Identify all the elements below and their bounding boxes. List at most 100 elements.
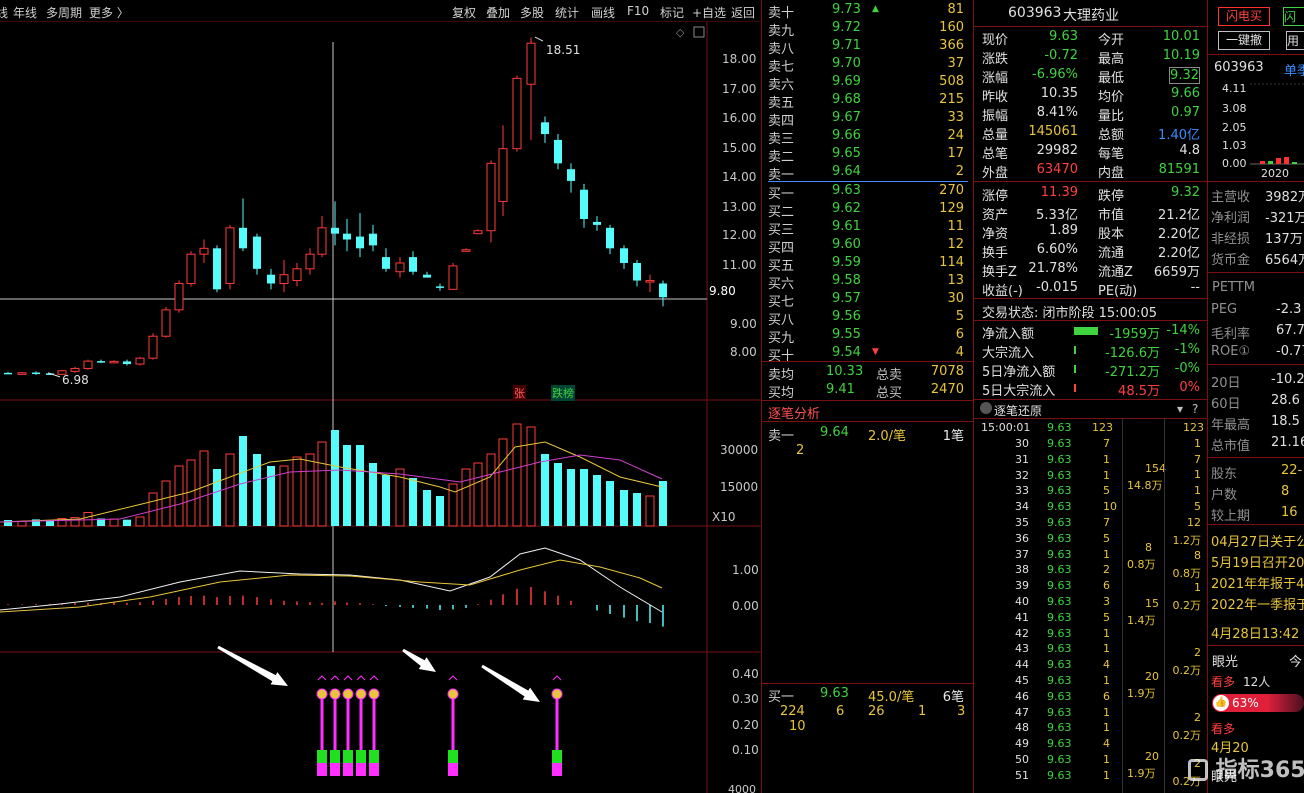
tab-multi-period[interactable]: 多周期 — [46, 4, 82, 21]
signal-caret — [317, 675, 327, 681]
quote-value: 10.35 — [1040, 86, 1078, 101]
signal-caret — [369, 675, 379, 681]
buy-level-row[interactable]: 买三 9.61 11 — [768, 218, 968, 238]
filter-icon[interactable]: ▾ — [1177, 402, 1183, 416]
quote-value: -6.96% — [1032, 67, 1078, 82]
btn-overlay[interactable]: 叠加 — [486, 4, 510, 21]
btn-statistics[interactable]: 统计 — [555, 4, 579, 21]
buy-level-row[interactable]: 买十 9.54 4 ▼ — [768, 344, 968, 364]
buy-level-row[interactable]: 买八 9.56 5 — [768, 308, 968, 328]
volume-bar — [593, 475, 601, 526]
buy-level-row[interactable]: 买九 9.55 6 — [768, 326, 968, 346]
quote-label: 每笔 — [1098, 147, 1125, 162]
volume-bar — [135, 516, 145, 527]
fin-value: 6564万 — [1265, 253, 1304, 268]
quote-label: 最低 — [1098, 71, 1125, 86]
quote-label: PE(动) — [1098, 284, 1138, 299]
sell-level-row[interactable]: 卖七 9.70 37 — [768, 55, 968, 75]
kline-chart[interactable]: ◇ — [0, 22, 760, 793]
level-volume: 366 — [939, 38, 964, 53]
news-item[interactable]: 5月19日召开20 — [1211, 552, 1304, 571]
sell-level-row[interactable]: 卖五 9.68 215 — [768, 91, 968, 111]
window-icon — [693, 26, 705, 38]
sell-level-row[interactable]: 卖六 9.69 508 — [768, 73, 968, 93]
volume-bar — [317, 441, 327, 527]
candle-body — [135, 357, 145, 365]
quote-row: 换手 6.60% 流通 2.20亿 — [982, 241, 1202, 261]
volume-bar — [659, 481, 667, 526]
tick-minute: 47 — [1015, 705, 1029, 719]
candle-body — [343, 233, 351, 240]
buy-level-row[interactable]: 买七 9.57 30 — [768, 290, 968, 310]
tick-price: 9.63 — [1047, 753, 1072, 766]
quote-label: 涨跌 — [982, 52, 1009, 67]
btn-add-favorite[interactable]: +自选 — [692, 4, 726, 21]
btn-draw-line[interactable]: 画线 — [591, 4, 615, 21]
bottom-tick: 4000 — [728, 783, 756, 793]
collapse-icon[interactable] — [980, 402, 992, 414]
avg-buy-row: 买均 9.41 总买 2470 — [768, 382, 964, 401]
signal-dot — [355, 688, 367, 700]
sell-level-row[interactable]: 卖一 9.64 2 — [768, 163, 968, 183]
news-item[interactable]: 04月27日关于公 — [1211, 531, 1304, 550]
flow-value: -1959万 — [1109, 327, 1160, 342]
tick-price: 9.63 — [1047, 421, 1072, 434]
quote-label: 市值 — [1098, 208, 1125, 223]
buy-level-row[interactable]: 买四 9.60 12 — [768, 236, 968, 256]
level-volume: 215 — [939, 92, 964, 107]
volume-bar — [541, 454, 549, 526]
sell-level-row[interactable]: 卖十 9.73 81 ▲ — [768, 1, 968, 21]
mini-bar — [1292, 162, 1297, 164]
candle-body — [409, 257, 417, 272]
btn-use[interactable]: 用 — [1286, 31, 1304, 50]
level-price: 9.64 — [832, 164, 861, 179]
candle-body — [279, 274, 289, 284]
tab-quarter[interactable]: 单季 — [1284, 60, 1304, 79]
btn-back[interactable]: 返回 — [731, 4, 755, 21]
buy-level-row[interactable]: 买五 9.59 114 — [768, 254, 968, 274]
tick-right-value: 1 — [1194, 437, 1201, 450]
sell-level-row[interactable]: 卖三 9.66 24 — [768, 127, 968, 147]
help-icon[interactable]: ? — [1192, 402, 1198, 416]
quote-label: 外盘 — [982, 166, 1009, 181]
mini-year: 2020 — [1261, 167, 1289, 180]
sell-level-row[interactable]: 卖二 9.65 17 — [768, 145, 968, 165]
sell-level-row[interactable]: 卖四 9.67 33 — [768, 109, 968, 129]
btn-restore-rights[interactable]: 复权 — [452, 4, 476, 21]
quote-value: 21.78% — [1028, 261, 1078, 276]
agg-amount: 1.9万 — [1127, 687, 1156, 700]
tab-year-line[interactable]: 年线 — [13, 4, 37, 21]
mini-tick: 3.08 — [1222, 102, 1247, 115]
volume-bar — [409, 478, 417, 526]
btn-cancel-all[interactable]: 一键撤 — [1218, 31, 1270, 50]
macd-indicator — [0, 547, 664, 627]
holder-value: 22- — [1281, 463, 1303, 478]
signal-block-magenta — [356, 763, 366, 776]
volume-bar — [461, 468, 471, 527]
level-price: 9.73 — [832, 2, 861, 17]
tick-price: 9.63 — [1047, 737, 1072, 751]
level-volume: 129 — [939, 201, 964, 216]
stock-code: 603963 — [1008, 5, 1062, 21]
volume-bar — [305, 453, 315, 527]
quote-label: 流通Z — [1098, 265, 1133, 280]
quote-value: 9.66 — [1171, 86, 1200, 101]
sell-level-row[interactable]: 卖九 9.72 160 — [768, 19, 968, 39]
agg-count: 15 — [1145, 597, 1159, 610]
buy-level-row[interactable]: 买一 9.63 270 — [768, 182, 968, 202]
quote-row: 净资 1.89 股本 2.20亿 — [982, 222, 1202, 242]
tab-more[interactable]: 更多 〉 — [89, 4, 129, 21]
sell-level-row[interactable]: 卖八 9.71 366 — [768, 37, 968, 57]
btn-flash-sell[interactable]: 闪 — [1283, 7, 1304, 26]
btn-flash-buy[interactable]: 闪电买 — [1218, 7, 1270, 26]
buy-level-row[interactable]: 买六 9.58 13 — [768, 272, 968, 292]
eye-today: 今 — [1289, 655, 1303, 670]
volume-bar — [512, 423, 522, 527]
news-item[interactable]: 2022年一季报于 — [1211, 594, 1304, 613]
btn-f10[interactable]: F10 — [627, 4, 649, 18]
btn-multi-stock[interactable]: 多股 — [520, 4, 544, 21]
buy-level-row[interactable]: 买二 9.62 129 — [768, 200, 968, 220]
news-item[interactable]: 2021年年报于4 — [1211, 573, 1304, 592]
signal-dot — [329, 688, 341, 700]
btn-mark[interactable]: 标记 — [660, 4, 684, 21]
